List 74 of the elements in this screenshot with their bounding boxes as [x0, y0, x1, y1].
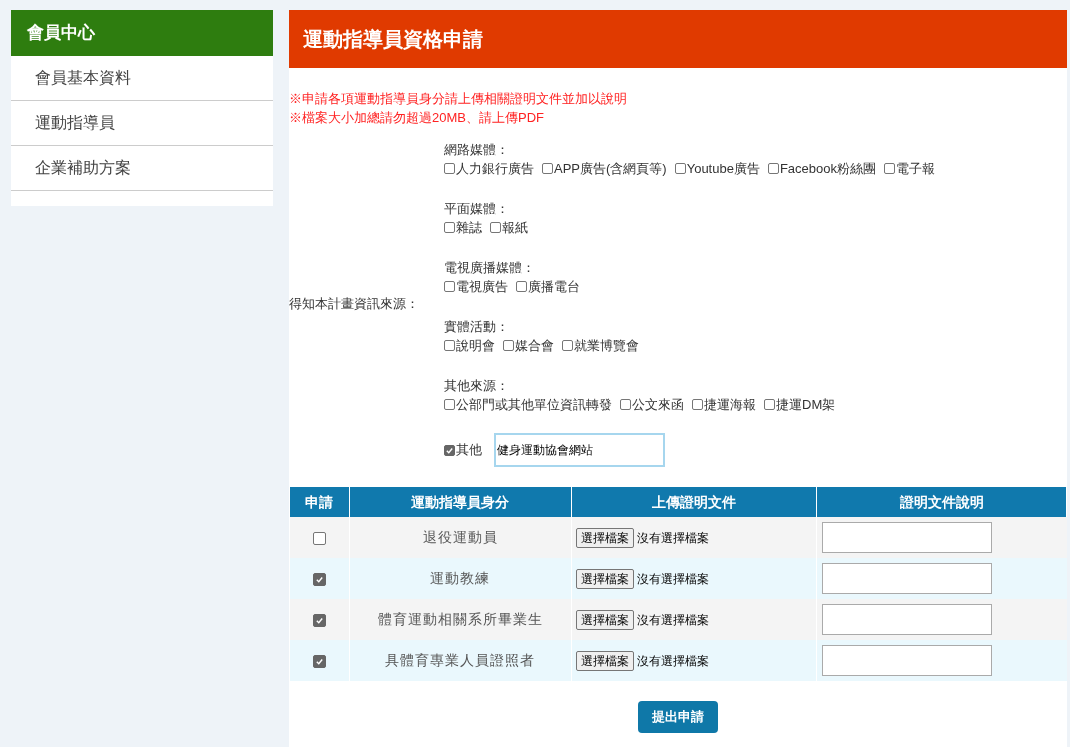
option-label: 捷運海報 — [704, 396, 756, 414]
column-header: 申請 — [289, 487, 350, 517]
description-field[interactable] — [822, 563, 993, 594]
option-label: 電子報 — [896, 160, 935, 178]
checkbox[interactable] — [444, 281, 455, 292]
file-status-text: 沒有選擇檔案 — [636, 611, 709, 629]
sidebar-title: 會員中心 — [11, 10, 273, 56]
page-title: 運動指導員資格申請 — [289, 10, 1067, 68]
checkbox[interactable] — [516, 281, 527, 292]
group-heading: 其他來源： — [444, 377, 510, 395]
checkbox[interactable] — [312, 613, 326, 627]
sidebar-item[interactable]: 會員基本資料 — [11, 56, 273, 101]
option-label: 公部門或其他單位資訊轉發 — [456, 396, 612, 414]
checkbox[interactable] — [542, 163, 553, 174]
checkbox[interactable] — [312, 531, 326, 545]
check-icon — [314, 574, 324, 584]
option-label: APP廣告(含網頁等) — [554, 160, 667, 178]
description-field[interactable] — [822, 645, 993, 676]
checkbox[interactable] — [764, 399, 775, 410]
column-header: 運動指導員身分 — [349, 487, 571, 517]
choose-file-button[interactable]: 選擇檔案 — [575, 650, 634, 671]
checkbox[interactable] — [692, 399, 703, 410]
group-heading: 平面媒體： — [444, 200, 510, 218]
group-heading: 電視廣播媒體： — [444, 259, 536, 277]
check-icon — [445, 445, 454, 455]
checkbox[interactable] — [503, 340, 514, 351]
option-label: 廣播電台 — [528, 278, 580, 296]
group-heading: 網路媒體： — [444, 141, 510, 159]
description-field[interactable] — [822, 604, 993, 635]
checkbox[interactable] — [674, 163, 686, 174]
option-label: 說明會 — [456, 337, 495, 355]
option-label: 報紙 — [502, 219, 528, 237]
option-label: 媒合會 — [515, 337, 554, 355]
sidebar-item[interactable]: 企業補助方案 — [11, 146, 273, 191]
checkbox[interactable] — [444, 340, 455, 351]
table-cell: 具體育專業人員證照者 — [349, 640, 571, 681]
choose-file-button[interactable]: 選擇檔案 — [575, 609, 634, 630]
notice-text: ※檔案大小加總請勿超過20MB、請上傳PDF — [289, 109, 545, 127]
checkbox[interactable] — [767, 163, 779, 174]
group-heading: 實體活動： — [444, 318, 510, 336]
check-icon — [314, 615, 324, 625]
checkbox[interactable] — [490, 222, 501, 233]
option-label: 就業博覽會 — [574, 337, 639, 355]
description-field[interactable] — [822, 522, 993, 553]
checkbox[interactable] — [620, 399, 631, 410]
column-header: 上傳證明文件 — [571, 487, 817, 517]
check-icon — [314, 656, 324, 666]
option-label: 公文來函 — [632, 396, 684, 414]
other-source-field[interactable]: 健身運動協會網站 — [494, 433, 665, 467]
option-label: 其他 — [456, 441, 482, 460]
option-label: Youtube廣告 — [686, 160, 760, 178]
file-status-text: 沒有選擇檔案 — [636, 652, 709, 670]
checkbox[interactable] — [312, 654, 326, 668]
checkbox[interactable] — [884, 163, 895, 174]
option-label: 捷運DM架 — [776, 396, 836, 414]
choose-file-button[interactable]: 選擇檔案 — [575, 527, 634, 548]
checkbox[interactable] — [444, 222, 455, 233]
notice-text: ※申請各項運動指導員身分請上傳相關證明文件並加以說明 — [289, 90, 628, 108]
checkbox[interactable] — [444, 399, 455, 410]
option-label: 人力銀行廣告 — [456, 160, 534, 178]
checkbox[interactable] — [444, 163, 455, 174]
sidebar-item[interactable]: 運動指導員 — [11, 101, 273, 146]
file-status-text: 沒有選擇檔案 — [636, 570, 709, 588]
checkbox[interactable] — [312, 572, 326, 586]
source-label: 得知本計畫資訊來源： — [289, 294, 420, 313]
submit-button[interactable]: 提出申請 — [638, 701, 718, 733]
checkbox[interactable] — [444, 444, 455, 456]
file-status-text: 沒有選擇檔案 — [636, 529, 709, 547]
choose-file-button[interactable]: 選擇檔案 — [575, 568, 634, 589]
option-label: Facebook粉絲團 — [779, 160, 876, 178]
column-header: 證明文件說明 — [816, 487, 1067, 517]
checkbox[interactable] — [562, 340, 573, 351]
option-label: 雜誌 — [456, 219, 482, 237]
option-label: 電視廣告 — [456, 278, 508, 296]
